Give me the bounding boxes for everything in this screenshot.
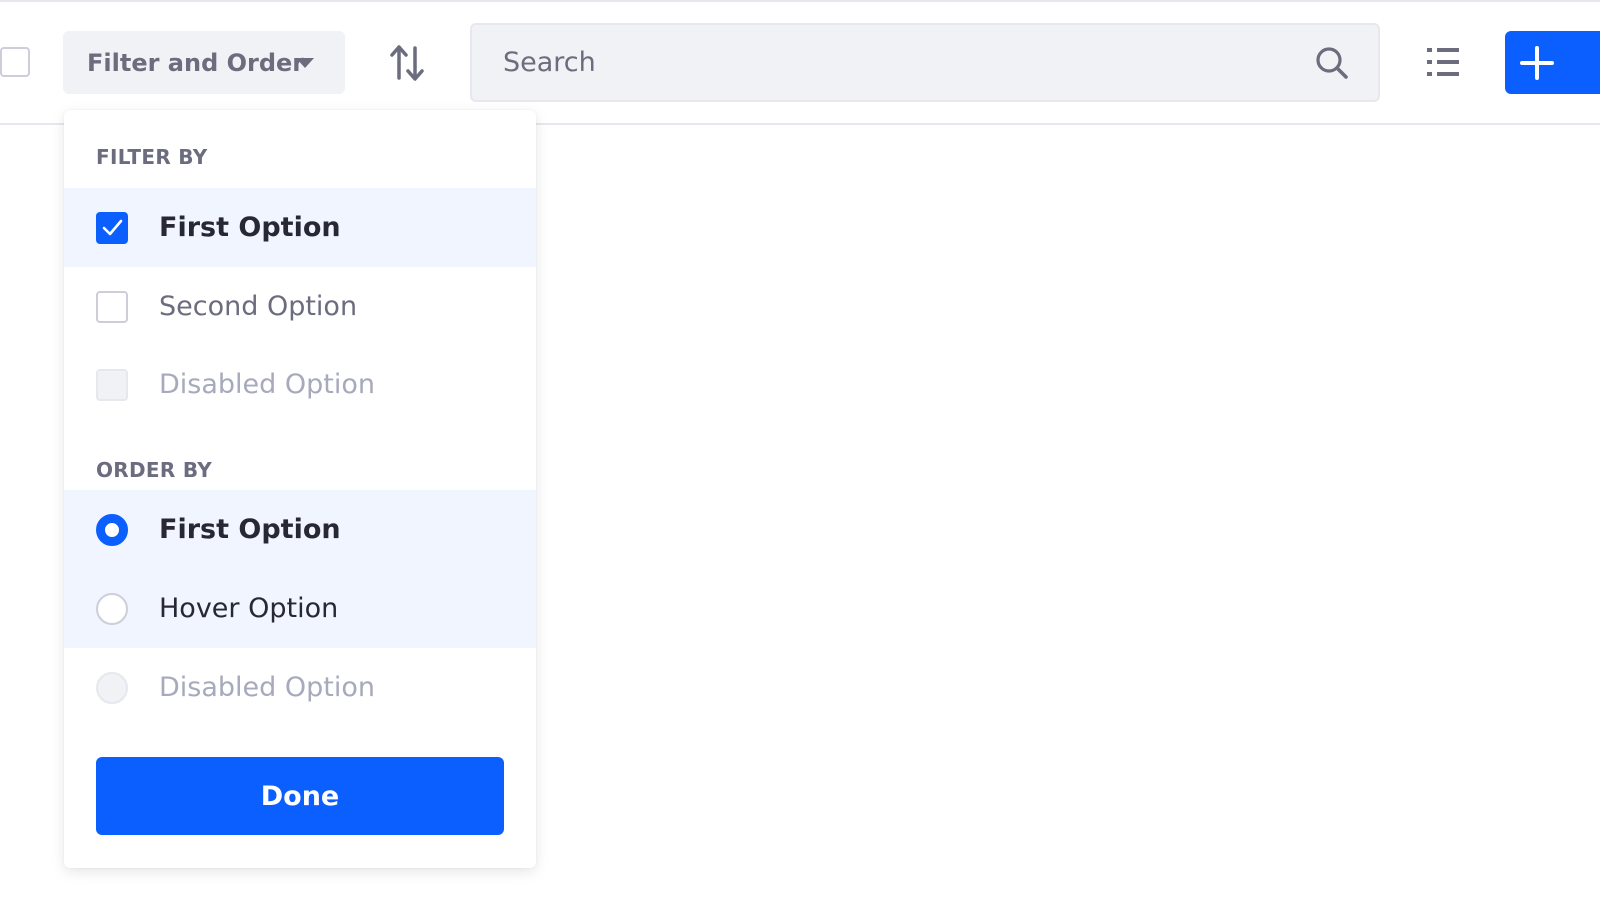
top-divider [0, 0, 1600, 2]
filter-option-disabled-checkbox [96, 368, 128, 401]
filter-order-dropdown: FILTER BY First Option Second Option Dis… [64, 110, 536, 868]
filter-option-disabled: Disabled Option [64, 345, 536, 424]
order-option-first-label: First Option [159, 514, 341, 545]
filter-by-header: FILTER BY [96, 145, 208, 169]
filter-option-second-label: Second Option [159, 291, 358, 322]
search-icon[interactable] [1314, 45, 1350, 81]
filter-option-first-label: First Option [159, 212, 341, 243]
search-input[interactable] [472, 25, 1292, 100]
display-style-button[interactable] [1420, 38, 1466, 86]
filter-option-second[interactable]: Second Option [64, 267, 536, 346]
filter-and-order-button[interactable]: Filter and Order [63, 31, 345, 94]
order-option-hover-label: Hover Option [159, 593, 339, 624]
search-bar [470, 23, 1380, 102]
filter-and-order-label: Filter and Order [87, 48, 305, 77]
caret-down-icon [296, 58, 314, 68]
plus-icon [1520, 46, 1554, 80]
filter-option-disabled-label: Disabled Option [159, 369, 375, 400]
order-option-first-radio[interactable] [96, 513, 128, 546]
list-view-icon [1427, 48, 1459, 76]
order-option-hover-radio[interactable] [96, 592, 128, 625]
filter-option-first[interactable]: First Option [64, 188, 536, 267]
sort-order-button[interactable] [383, 38, 431, 88]
order-option-disabled: Disabled Option [64, 648, 536, 727]
checkmark-icon [102, 219, 123, 235]
sort-arrows-icon [390, 45, 424, 81]
select-all-checkbox[interactable] [0, 47, 30, 77]
order-by-header: ORDER BY [96, 458, 213, 482]
order-option-first[interactable]: First Option [64, 490, 536, 569]
order-option-disabled-label: Disabled Option [159, 672, 375, 703]
filter-option-first-checkbox[interactable] [96, 211, 128, 244]
done-button[interactable]: Done [96, 757, 504, 835]
order-option-disabled-radio [96, 671, 128, 704]
add-button[interactable] [1505, 31, 1600, 94]
order-option-hover[interactable]: Hover Option [64, 569, 536, 648]
management-toolbar-page: Filter and Order Search FILTER BY First … [0, 0, 1600, 906]
filter-option-second-checkbox[interactable] [96, 290, 128, 323]
